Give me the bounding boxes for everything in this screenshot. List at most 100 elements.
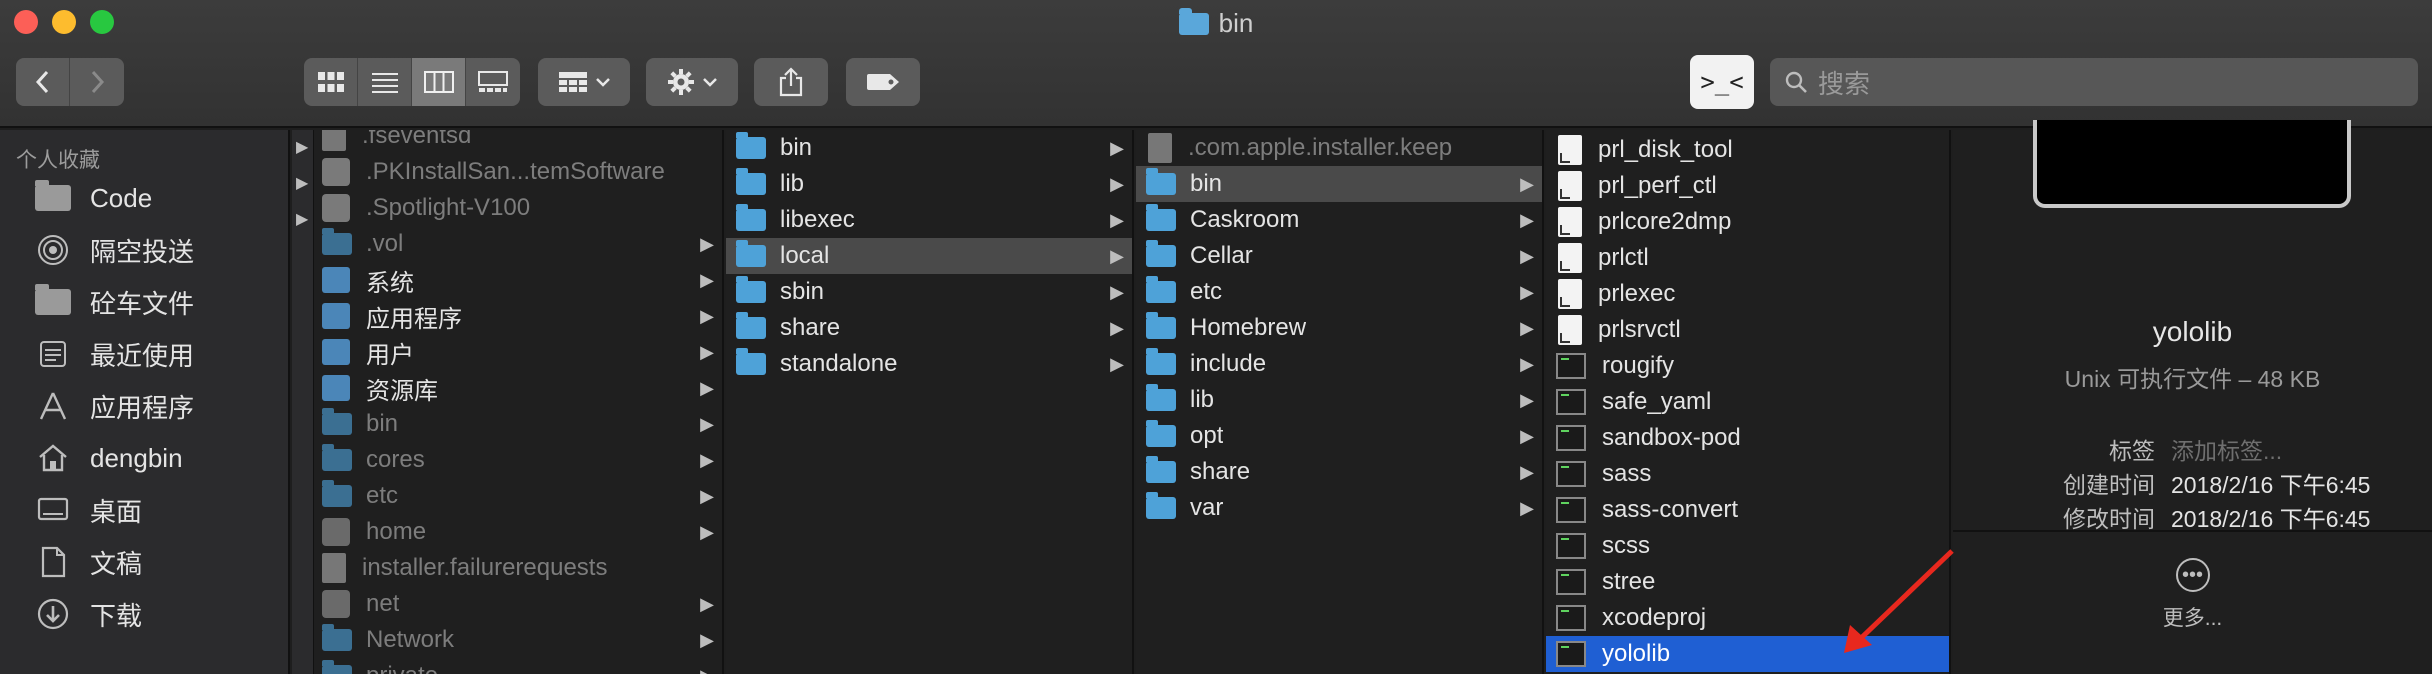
sidebar-item-desktop[interactable]: 桌面 [0,484,288,536]
folder-icon [1146,492,1176,519]
list-item[interactable]: Homebrew ▶ [1136,310,1542,346]
list-item-selected[interactable]: bin ▶ [1136,166,1542,202]
folder-icon [736,204,766,231]
disclosure-arrow-icon: ▶ [1520,173,1534,194]
list-view-icon [371,73,398,93]
applications-icon [34,390,72,422]
list-view-button[interactable] [358,58,412,106]
list-item[interactable]: Network ▶ [322,622,722,658]
folder-icon [322,660,352,674]
list-item[interactable]: net ▶ [322,586,722,622]
column-view-button[interactable] [412,58,466,106]
gallery-view-button[interactable] [466,58,520,106]
divider [1953,530,2432,532]
meta-label: 修改时间 [2063,506,2155,532]
list-item[interactable]: bin ▶ [322,406,722,442]
folder-icon [736,132,766,159]
list-item[interactable]: cores ▶ [322,442,722,478]
folder-icon [322,408,352,435]
list-item[interactable]: .vol ▶ [322,226,722,262]
list-item[interactable]: etc ▶ [322,478,722,514]
list-item[interactable]: Caskroom ▶ [1136,202,1542,238]
list-item[interactable]: .PKInstallSan...temSoftware [322,154,722,190]
group-by-button[interactable] [538,58,630,106]
chevron-left-icon [35,70,48,94]
share-icon [779,67,803,97]
list-item[interactable]: .Spotlight-V100 [322,190,722,226]
folder-icon [736,276,766,303]
icon-view-button[interactable] [304,58,358,106]
list-item-selected[interactable]: local ▶ [726,238,1132,274]
forward-button[interactable] [70,58,124,106]
list-item[interactable]: .fseventsd [322,130,722,154]
list-item[interactable]: 资源库 ▶ [322,370,722,406]
list-item[interactable]: opt ▶ [1136,418,1542,454]
list-item[interactable]: private▶ [322,658,722,674]
list-item[interactable]: 应用程序 ▶ [322,298,722,334]
list-item[interactable]: etc ▶ [1136,274,1542,310]
share-button[interactable] [754,58,828,106]
back-button[interactable] [16,58,70,106]
list-item[interactable]: sandbox-pod [1546,420,1949,456]
list-item[interactable]: share ▶ [1136,454,1542,490]
list-item[interactable]: sass-convert [1546,492,1949,528]
sidebar-item-applications[interactable]: 应用程序 [0,380,288,432]
column-root-list: .fseventsd .PKInstallSan...temSoftware .… [322,130,722,674]
folder-icon [736,240,766,267]
disclosure-arrow-icon: ▶ [1110,137,1124,158]
tag-icon [867,74,899,90]
list-item[interactable]: var ▶ [1136,490,1542,526]
disclosure-arrow-icon: ▶ [1110,245,1124,266]
column-usr-list: bin ▶ lib ▶ libexec ▶ local ▶ sbin ▶ share ▶ s… [726,130,1132,382]
meta-value: 2018/2/16 下午6:45 [2171,506,2371,532]
sidebar-item-recents[interactable]: 最近使用 [0,328,288,380]
disclosure-arrow-icon: ▶ [1520,317,1534,338]
add-tags-field[interactable]: 添加标签... [2171,432,2282,466]
list-item[interactable]: share ▶ [726,310,1132,346]
tag-button[interactable] [846,58,920,106]
list-item[interactable]: lib ▶ [1136,382,1542,418]
list-item[interactable]: installer.failurerequests [322,550,722,586]
list-item[interactable]: sass [1546,456,1949,492]
action-button[interactable] [646,58,738,106]
list-item[interactable]: include ▶ [1136,346,1542,382]
list-item[interactable]: bin ▶ [726,130,1132,166]
sidebar-item-code[interactable]: Code [0,172,288,224]
list-item[interactable]: prlexec [1546,276,1949,312]
sidebar-item-airdrop[interactable]: 隔空投送 [0,224,288,276]
list-item[interactable]: .com.apple.installer.keep [1136,130,1542,166]
search-input[interactable]: 搜索 [1818,64,1870,101]
list-item[interactable]: libexec ▶ [726,202,1132,238]
sidebar-item-home[interactable]: dengbin [0,432,288,484]
sidebar-item-downloads[interactable]: 下载 [0,588,288,640]
package-icon [322,158,350,186]
search-field[interactable]: 搜索 [1770,58,2418,106]
list-item[interactable]: 用户 ▶ [322,334,722,370]
list-item[interactable]: 系统 ▶ [322,262,722,298]
disclosure-arrow-icon: ▶ [700,341,714,362]
sidebar-item-documents[interactable]: 文稿 [0,536,288,588]
list-item[interactable]: prlctl [1546,240,1949,276]
list-item[interactable]: prlsrvctl [1546,312,1949,348]
sidebar-item-folder[interactable]: 砼车文件 [0,276,288,328]
list-item[interactable]: lib ▶ [726,166,1132,202]
list-item[interactable]: prl_perf_ctl [1546,168,1949,204]
preview-filename: yololib [2152,316,2233,347]
sidebar-section-favorites: 个人收藏 [16,149,100,172]
list-item[interactable]: home ▶ [322,514,722,550]
list-item[interactable]: prl_disk_tool [1546,132,1949,168]
disclosure-arrow-icon: ▶ [700,413,714,434]
list-item[interactable]: standalone ▶ [726,346,1132,382]
list-item[interactable]: sbin ▶ [726,274,1132,310]
column-root: ▶ ▶ ▶ .fseventsd .PKInstallSan...temSoftwa… [292,130,724,674]
list-item[interactable]: Cellar ▶ [1136,238,1542,274]
list-item[interactable]: prlcore2dmp [1546,204,1949,240]
list-item[interactable]: rougify [1546,348,1949,384]
file-icon [322,553,346,583]
list-item[interactable]: safe_yaml [1546,384,1949,420]
more-label: 更多... [2162,607,2223,630]
library-folder-icon [322,375,350,401]
disclosure-arrow-icon: ▶ [700,485,714,506]
more-button[interactable]: ••• 更多... [1953,558,2432,632]
terminal-button[interactable]: >_< [1690,55,1754,109]
